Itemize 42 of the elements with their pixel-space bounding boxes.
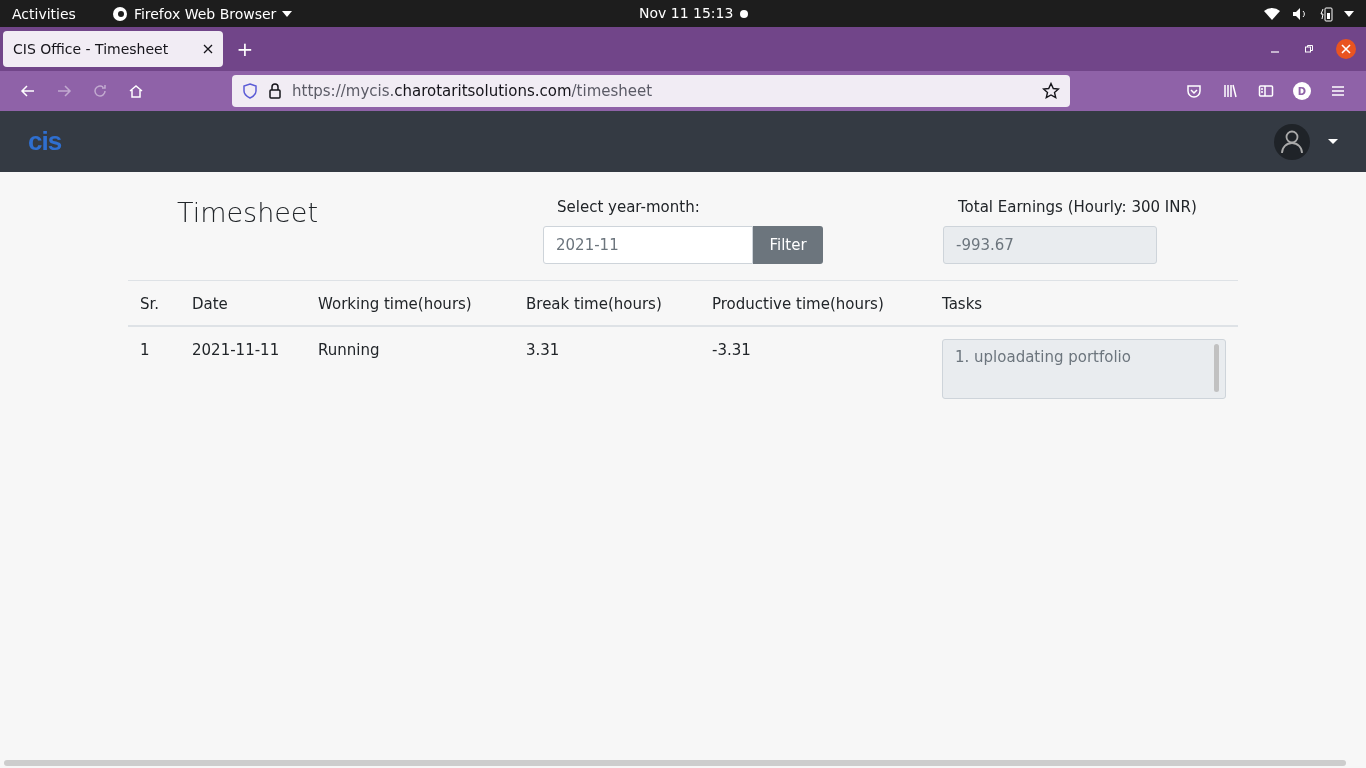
restore-icon[interactable]	[1304, 44, 1314, 54]
wifi-icon[interactable]	[1264, 6, 1280, 21]
user-avatar[interactable]	[1274, 123, 1310, 160]
month-input[interactable]: 2021-11	[543, 226, 753, 264]
month-label: Select year-month:	[557, 198, 700, 216]
close-icon[interactable]	[1336, 39, 1356, 59]
column-header: Date	[192, 294, 229, 313]
page-title: Timesheet	[177, 197, 320, 230]
browser-tab[interactable]: CIS Office - Timesheet	[3, 31, 223, 67]
app-menu[interactable]: Firefox Web Browser	[133, 5, 277, 22]
star-icon[interactable]	[1042, 82, 1060, 100]
new-tab-button[interactable]: +	[227, 34, 263, 64]
earnings-label: Total Earnings (Hourly: 300 INR)	[958, 198, 1197, 216]
close-icon[interactable]	[203, 44, 213, 54]
volume-icon[interactable]	[1292, 6, 1308, 21]
table-cell-text: 3.31	[526, 340, 561, 361]
clock[interactable]: Nov 11 15:13	[639, 5, 734, 21]
caret-icon[interactable]	[1328, 139, 1338, 144]
table-cell-text: -3.31	[712, 340, 752, 361]
notification-dot-icon	[740, 10, 748, 18]
column-header: Working time(hours)	[318, 294, 473, 313]
tasks-textarea[interactable]: 1. uploadating portfolio	[942, 339, 1226, 399]
table-cell-text: Running	[318, 340, 381, 361]
shield-icon	[242, 83, 258, 99]
user-icon	[1281, 129, 1303, 154]
account-button[interactable]: D	[1284, 76, 1320, 106]
url-text: https://mycis.charotaritsolutions.com/timesheet	[292, 82, 654, 100]
caret-icon[interactable]	[1344, 10, 1354, 17]
earnings-field[interactable]: -993.67	[943, 226, 1157, 264]
address-bar[interactable]: https://mycis.charotaritsolutions.com/timesheet	[232, 75, 1070, 107]
column-header: Break time(hours)	[526, 294, 663, 313]
column-header: Sr.	[140, 294, 161, 313]
table-cell-text: 1	[140, 340, 151, 361]
column-header: Tasks	[942, 294, 984, 313]
column-header: Productive time(hours)	[712, 294, 885, 313]
horizontal-scrollbar[interactable]	[4, 760, 1346, 766]
table-cell-text: 2021-11-11	[192, 340, 281, 361]
lock-icon	[268, 83, 282, 99]
battery-icon[interactable]	[1320, 5, 1334, 22]
filter-button[interactable]: Filter	[753, 226, 823, 264]
caret-icon	[282, 10, 293, 17]
activities-button[interactable]: Activities	[12, 5, 76, 22]
